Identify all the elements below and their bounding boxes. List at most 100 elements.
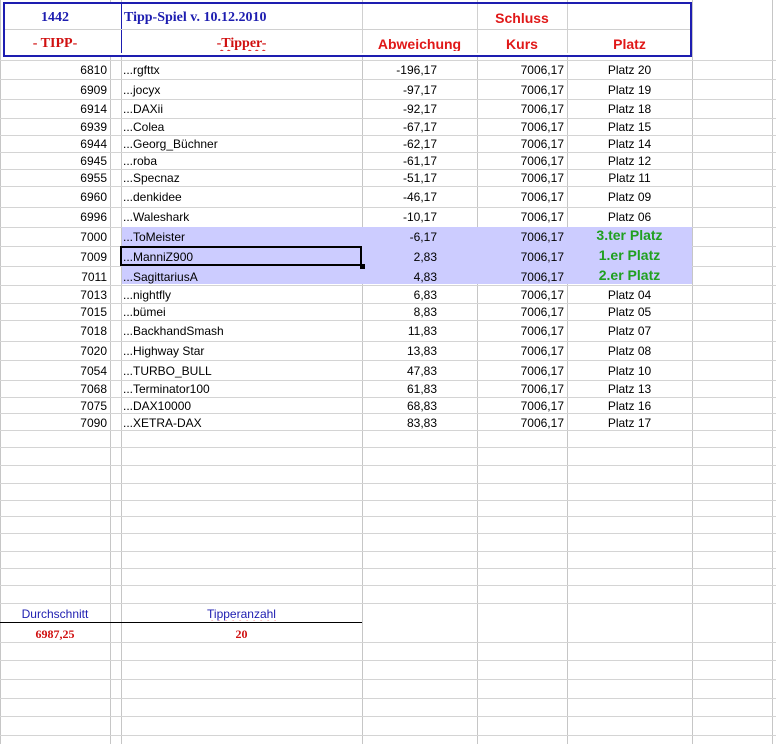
summary-tipperanzahl-label[interactable]: Tipperanzahl: [121, 607, 362, 621]
tipper-cell[interactable]: ...Georg_Büchner: [123, 137, 361, 151]
kurs-cell[interactable]: 7006,17: [477, 190, 564, 204]
header-col-tipp[interactable]: - TIPP-: [0, 37, 110, 51]
platz-cell[interactable]: Platz 17: [567, 416, 692, 430]
platz-cell[interactable]: Platz 11: [567, 171, 692, 185]
platz-cell[interactable]: Platz 09: [567, 190, 692, 204]
kurs-cell[interactable]: 7006,17: [477, 270, 564, 284]
platz-cell[interactable]: Platz 10: [567, 364, 692, 378]
kurs-cell[interactable]: 7006,17: [477, 364, 564, 378]
abweichung-cell[interactable]: 83,83: [362, 416, 437, 430]
platz-cell[interactable]: 2.er Platz: [567, 268, 692, 282]
tipp-cell[interactable]: 6960: [0, 190, 107, 204]
tipper-cell[interactable]: ...Colea: [123, 120, 361, 134]
abweichung-cell[interactable]: 8,83: [362, 305, 437, 319]
platz-cell[interactable]: Platz 07: [567, 324, 692, 338]
header-col-abweichung[interactable]: Abweichung: [362, 37, 477, 51]
abweichung-cell[interactable]: 47,83: [362, 364, 437, 378]
kurs-cell[interactable]: 7006,17: [477, 416, 564, 430]
platz-cell[interactable]: Platz 15: [567, 120, 692, 134]
platz-cell[interactable]: Platz 19: [567, 83, 692, 97]
tipper-cell[interactable]: ...BackhandSmash: [123, 324, 361, 338]
tipp-cell[interactable]: 6996: [0, 210, 107, 224]
tipper-cell[interactable]: ...jocyx: [123, 83, 361, 97]
kurs-cell[interactable]: 7006,17: [477, 305, 564, 319]
platz-cell[interactable]: Platz 08: [567, 344, 692, 358]
abweichung-cell[interactable]: -62,17: [362, 137, 437, 151]
active-cell-selection[interactable]: [120, 246, 362, 266]
platz-cell[interactable]: Platz 18: [567, 102, 692, 116]
tipper-cell[interactable]: ...DAX10000: [123, 399, 361, 413]
kurs-cell[interactable]: 7006,17: [477, 154, 564, 168]
spreadsheet-grid[interactable]: 1442 Tipp-Spiel v. 10.12.2010 Schluss - …: [0, 0, 776, 744]
tipper-cell[interactable]: ...TURBO_BULL: [123, 364, 361, 378]
tipp-cell[interactable]: 6939: [0, 120, 107, 134]
kurs-cell[interactable]: 7006,17: [477, 171, 564, 185]
platz-cell[interactable]: Platz 20: [567, 63, 692, 77]
header-col-tipper[interactable]: -Tipper-: [121, 37, 362, 51]
platz-cell[interactable]: Platz 14: [567, 137, 692, 151]
tipper-cell[interactable]: ...nightfly: [123, 288, 361, 302]
tipper-cell[interactable]: ...ToMeister: [123, 230, 361, 244]
kurs-cell[interactable]: 7006,17: [477, 120, 564, 134]
tipp-cell[interactable]: 7000: [0, 230, 107, 244]
abweichung-cell[interactable]: -6,17: [362, 230, 437, 244]
tipp-cell[interactable]: 7013: [0, 288, 107, 302]
abweichung-cell[interactable]: -61,17: [362, 154, 437, 168]
kurs-cell[interactable]: 7006,17: [477, 344, 564, 358]
platz-cell[interactable]: Platz 06: [567, 210, 692, 224]
abweichung-cell[interactable]: 11,83: [362, 324, 437, 338]
abweichung-cell[interactable]: 13,83: [362, 344, 437, 358]
summary-tipperanzahl-value[interactable]: 20: [121, 627, 362, 641]
platz-cell[interactable]: Platz 12: [567, 154, 692, 168]
tipp-cell[interactable]: 7090: [0, 416, 107, 430]
tipp-cell[interactable]: 7068: [0, 382, 107, 396]
tipper-cell[interactable]: ...denkidee: [123, 190, 361, 204]
tipper-cell[interactable]: ...SagittariusA: [123, 270, 361, 284]
tipper-cell[interactable]: ...Waleshark: [123, 210, 361, 224]
tipp-cell[interactable]: 7020: [0, 344, 107, 358]
abweichung-cell[interactable]: -46,17: [362, 190, 437, 204]
kurs-cell[interactable]: 7006,17: [477, 137, 564, 151]
fill-handle[interactable]: [360, 264, 365, 269]
abweichung-cell[interactable]: -196,17: [362, 63, 437, 77]
kurs-cell[interactable]: 7006,17: [477, 382, 564, 396]
platz-cell[interactable]: 3.ter Platz: [567, 228, 692, 242]
tipper-cell[interactable]: ...XETRA-DAX: [123, 416, 361, 430]
abweichung-cell[interactable]: 2,83: [362, 250, 437, 264]
header-game-title[interactable]: Tipp-Spiel v. 10.12.2010: [124, 11, 360, 25]
tipper-cell[interactable]: ...bümei: [123, 305, 361, 319]
abweichung-cell[interactable]: 4,83: [362, 270, 437, 284]
kurs-cell[interactable]: 7006,17: [477, 102, 564, 116]
tipp-cell[interactable]: 7009: [0, 250, 107, 264]
kurs-cell[interactable]: 7006,17: [477, 83, 564, 97]
kurs-cell[interactable]: 7006,17: [477, 324, 564, 338]
tipp-cell[interactable]: 7015: [0, 305, 107, 319]
platz-cell[interactable]: Platz 04: [567, 288, 692, 302]
header-id-number[interactable]: 1442: [0, 11, 110, 25]
tipp-cell[interactable]: 7075: [0, 399, 107, 413]
kurs-cell[interactable]: 7006,17: [477, 63, 564, 77]
tipper-cell[interactable]: ...Terminator100: [123, 382, 361, 396]
summary-durchschnitt-value[interactable]: 6987,25: [0, 627, 110, 641]
tipp-cell[interactable]: 7011: [0, 270, 107, 284]
abweichung-cell[interactable]: -67,17: [362, 120, 437, 134]
summary-durchschnitt-label[interactable]: Durchschnitt: [0, 607, 110, 621]
abweichung-cell[interactable]: -10,17: [362, 210, 437, 224]
header-col-platz[interactable]: Platz: [567, 37, 692, 51]
tipp-cell[interactable]: 6944: [0, 137, 107, 151]
kurs-cell[interactable]: 7006,17: [477, 399, 564, 413]
kurs-cell[interactable]: 7006,17: [477, 288, 564, 302]
abweichung-cell[interactable]: 6,83: [362, 288, 437, 302]
tipper-cell[interactable]: ...rgfttx: [123, 63, 361, 77]
header-col-kurs[interactable]: Kurs: [477, 37, 567, 51]
tipp-cell[interactable]: 7054: [0, 364, 107, 378]
tipp-cell[interactable]: 6909: [0, 83, 107, 97]
abweichung-cell[interactable]: -51,17: [362, 171, 437, 185]
tipper-cell[interactable]: ...Specnaz: [123, 171, 361, 185]
tipp-cell[interactable]: 6945: [0, 154, 107, 168]
abweichung-cell[interactable]: -97,17: [362, 83, 437, 97]
platz-cell[interactable]: 1.er Platz: [567, 248, 692, 262]
tipp-cell[interactable]: 6810: [0, 63, 107, 77]
tipper-cell[interactable]: ...Highway Star: [123, 344, 361, 358]
tipper-cell[interactable]: ...roba: [123, 154, 361, 168]
